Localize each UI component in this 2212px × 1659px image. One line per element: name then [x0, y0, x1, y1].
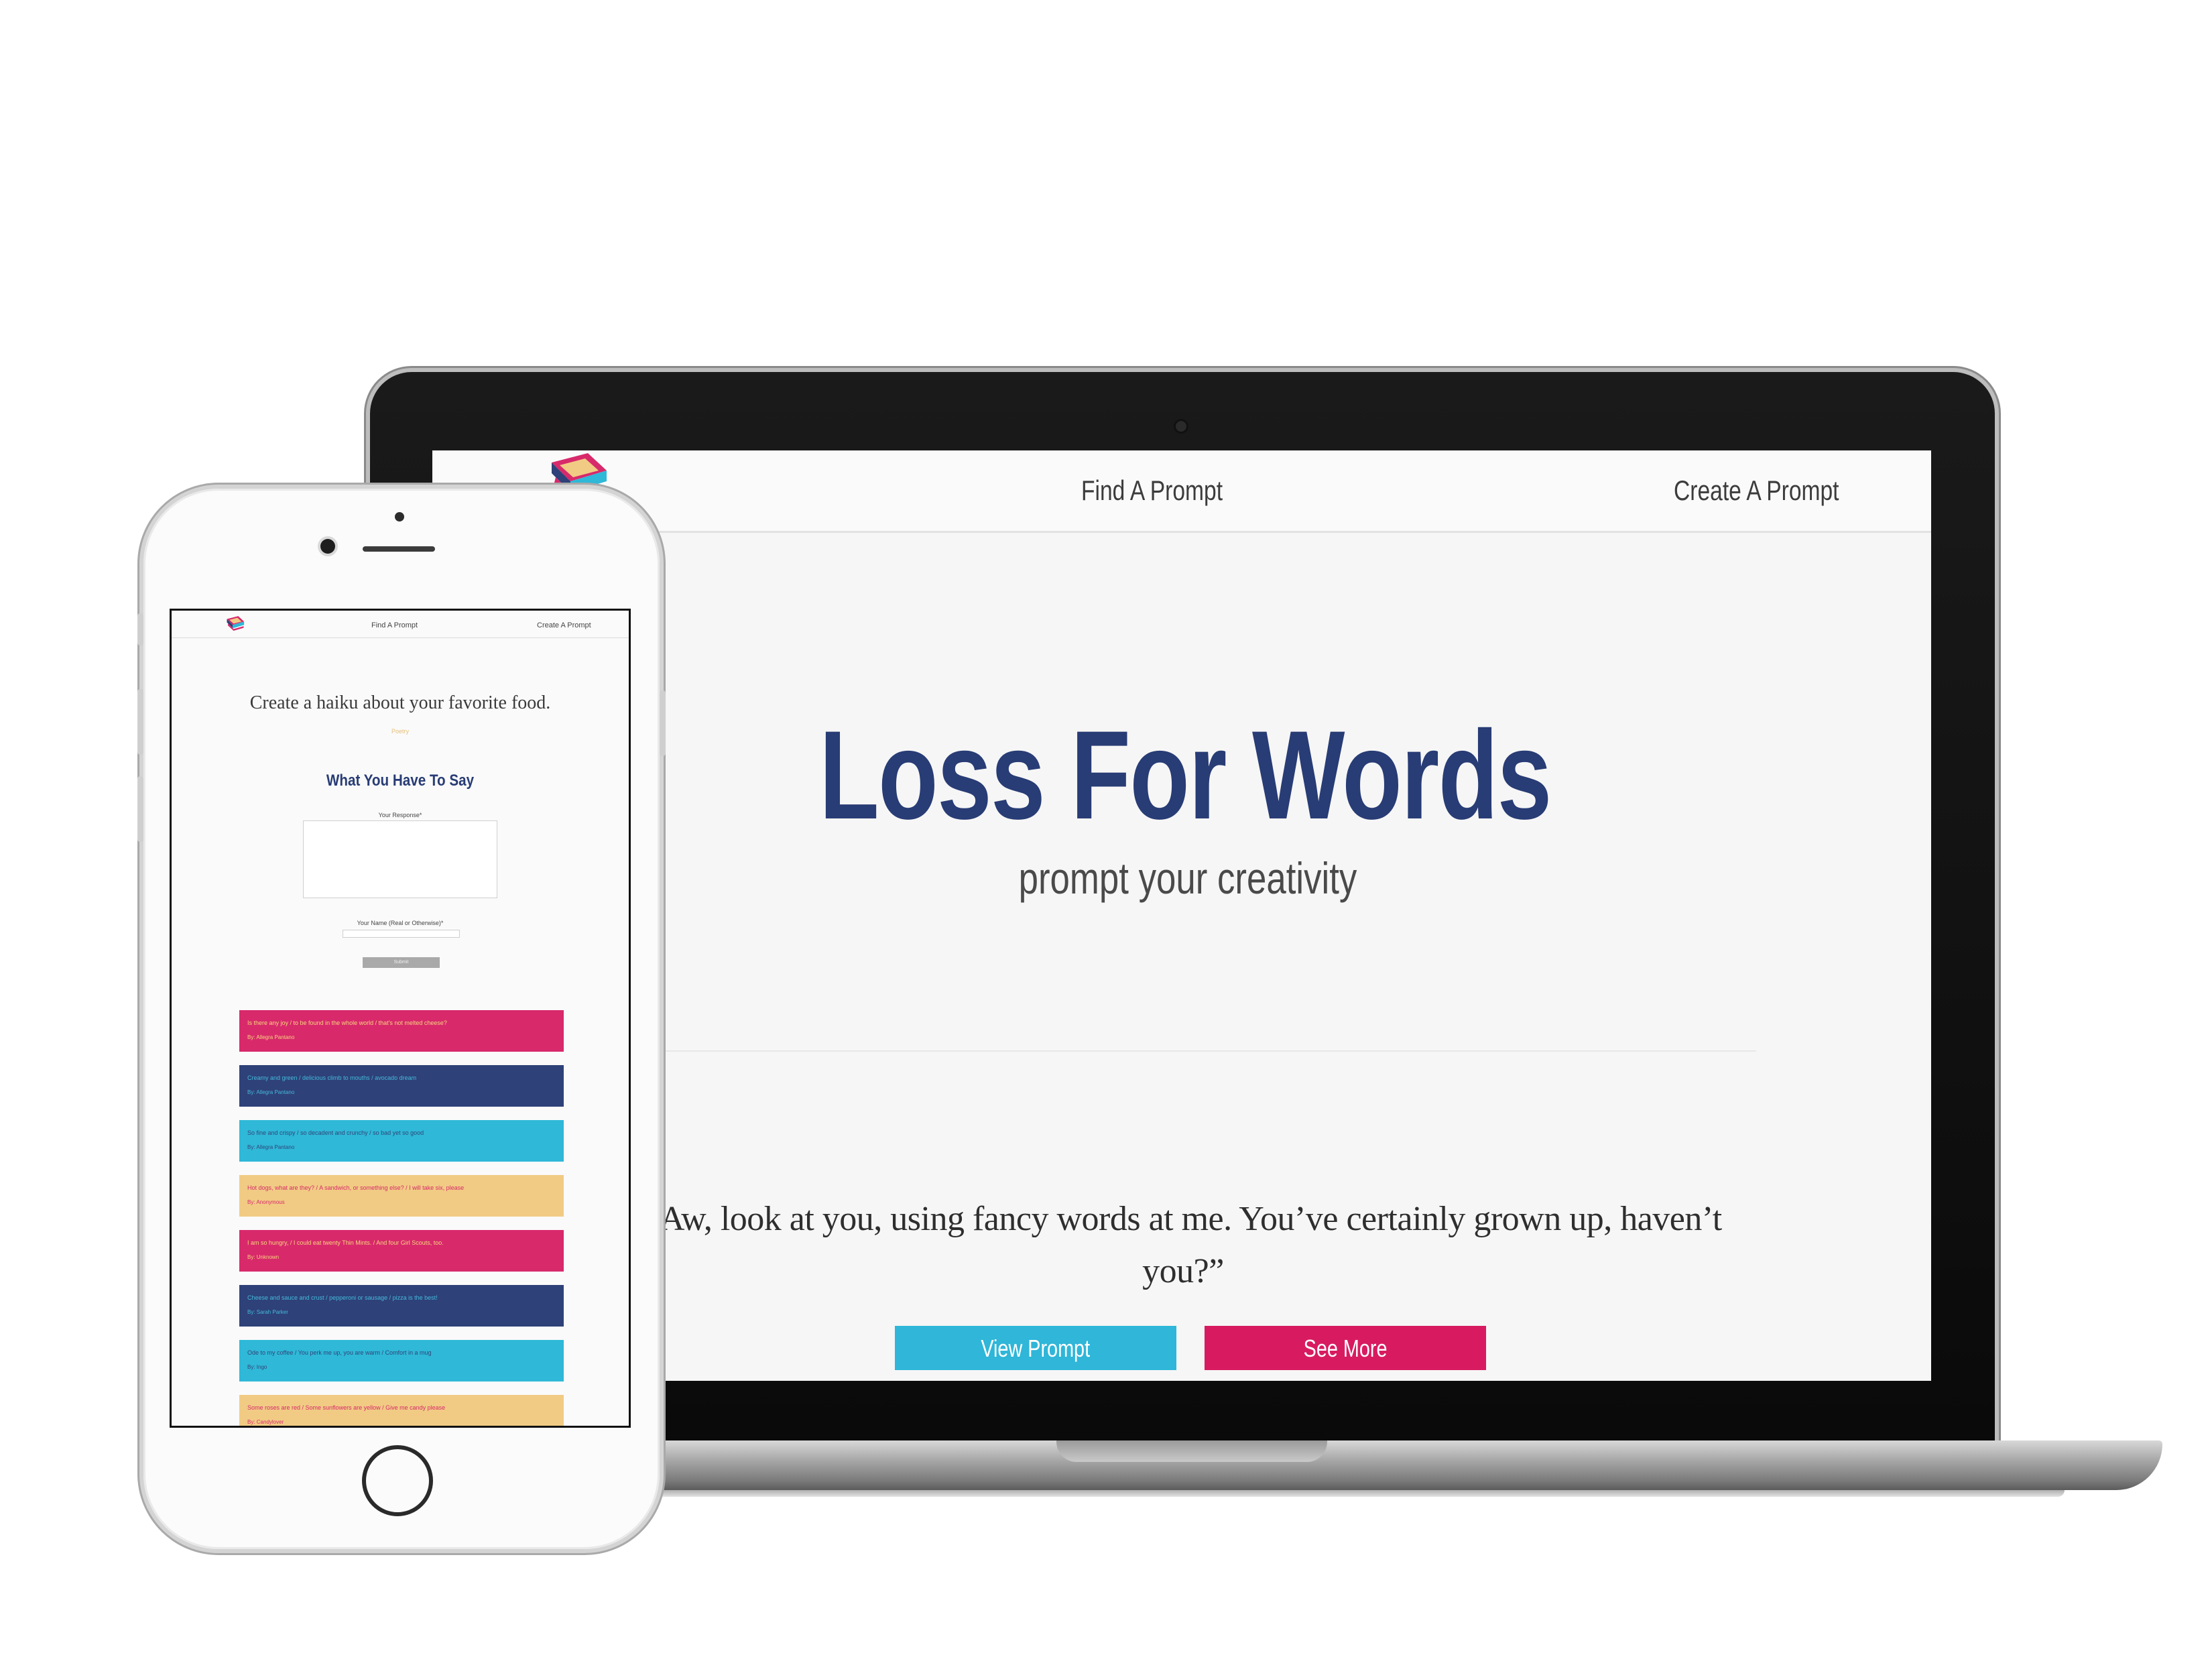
nav-find-prompt[interactable]: Find A Prompt — [1081, 475, 1223, 507]
response-card[interactable]: So fine and crispy / so decadent and cru… — [239, 1120, 564, 1162]
phone-mute-switch — [137, 613, 143, 646]
laptop-camera — [1176, 421, 1186, 432]
mobile-nav-create-prompt[interactable]: Create A Prompt — [537, 621, 591, 629]
response-card[interactable]: Ode to my coffee / You perk me up, you a… — [239, 1340, 564, 1381]
mobile-navbar: Find A Prompt Create A Prompt — [172, 611, 629, 638]
book-logo-icon[interactable] — [225, 615, 245, 632]
response-label: Your Response* — [378, 812, 422, 818]
response-author: By: Anonymous — [247, 1199, 285, 1205]
laptop-trackpad-notch — [1056, 1440, 1327, 1462]
response-card[interactable]: Creamy and green / delicious climb to mo… — [239, 1065, 564, 1107]
response-author: By: Sarah Parker — [247, 1309, 288, 1315]
response-author: By: Allegra Pantano — [247, 1144, 295, 1150]
phone-front-camera — [320, 539, 335, 554]
response-author: By: Allegra Pantano — [247, 1034, 295, 1040]
featured-prompt-quote: “Aw, look at you, using fancy words at m… — [644, 1200, 1722, 1290]
response-text: Hot dogs, what are they? / A sandwich, o… — [247, 1184, 465, 1191]
response-author: By: Allegra Pantano — [247, 1089, 295, 1095]
response-textarea[interactable] — [303, 820, 497, 898]
hero-subtitle: prompt your creativity — [1018, 853, 1357, 903]
response-text: Some roses are red / Some sunflowers are… — [247, 1404, 446, 1411]
response-text: Cheese and sauce and crust / pepperoni o… — [247, 1294, 438, 1301]
section-divider — [657, 1050, 1756, 1052]
response-author: By: Candylover — [247, 1419, 284, 1425]
hero-title: Loss For Words — [819, 704, 1552, 845]
phone-speaker — [363, 546, 435, 552]
response-card[interactable]: Cheese and sauce and crust / pepperoni o… — [239, 1285, 564, 1327]
see-more-label: See More — [1303, 1335, 1388, 1362]
response-text: So fine and crispy / so decadent and cru… — [247, 1129, 424, 1136]
response-form-heading: What You Have To Say — [326, 772, 475, 790]
response-card[interactable]: Some roses are red / Some sunflowers are… — [239, 1395, 564, 1426]
view-prompt-label: View Prompt — [981, 1335, 1091, 1362]
prompt-title: Create a haiku about your favorite food. — [249, 692, 551, 713]
response-card[interactable]: Is there any joy / to be found in the wh… — [239, 1010, 564, 1052]
phone-volume-up — [137, 689, 143, 755]
response-text: Ode to my coffee / You perk me up, you a… — [247, 1349, 432, 1356]
mobile-nav-find-prompt[interactable]: Find A Prompt — [371, 621, 418, 629]
name-input[interactable] — [343, 930, 460, 938]
response-text: Creamy and green / delicious climb to mo… — [247, 1074, 417, 1081]
phone-screen: Find A Prompt Create A Prompt Create a h… — [170, 609, 631, 1428]
response-text: Is there any joy / to be found in the wh… — [247, 1020, 447, 1026]
response-card[interactable]: Hot dogs, what are they? / A sandwich, o… — [239, 1175, 564, 1217]
response-card[interactable]: I am so hungry, / I could eat twenty Thi… — [239, 1230, 564, 1272]
phone-power-button — [660, 690, 666, 756]
response-text: I am so hungry, / I could eat twenty Thi… — [247, 1239, 444, 1246]
submit-button[interactable]: Submit — [363, 957, 440, 968]
nav-create-prompt[interactable]: Create A Prompt — [1674, 475, 1839, 507]
prompt-category-tag[interactable]: Poetry — [172, 728, 629, 735]
site-navbar: Find A Prompt Create A Prompt — [432, 450, 1931, 533]
response-author: By: Ingo — [247, 1364, 267, 1370]
view-prompt-button[interactable]: View Prompt — [895, 1326, 1176, 1370]
see-more-button[interactable]: See More — [1205, 1326, 1486, 1370]
name-label: Your Name (Real or Otherwise)* — [357, 920, 444, 926]
response-author: By: Unknown — [247, 1254, 280, 1260]
phone-sensor — [395, 512, 404, 521]
phone-home-button[interactable] — [362, 1445, 433, 1516]
phone-volume-down — [137, 776, 143, 842]
